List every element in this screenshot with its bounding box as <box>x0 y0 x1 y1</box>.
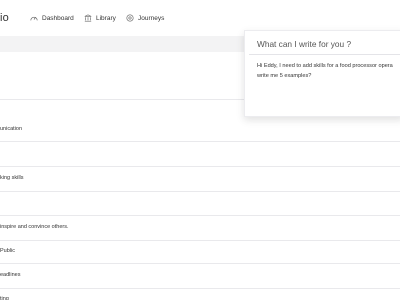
nav-item-label: Journeys <box>138 14 165 22</box>
app-logo[interactable]: io <box>0 12 9 24</box>
writing-assistant-popup: What can I write for you ? Hi Eddy, I ne… <box>244 30 400 117</box>
list-item[interactable]: inspire and convince others. <box>0 224 68 230</box>
nav-item-label: Dashboard <box>42 14 74 22</box>
list-item[interactable]: king skills <box>0 175 24 181</box>
library-icon <box>84 14 92 22</box>
list-item[interactable]: ting <box>0 296 9 300</box>
list-item[interactable]: Public <box>0 248 15 254</box>
popup-divider <box>249 54 400 55</box>
popup-title: What can I write for you ? <box>257 39 352 49</box>
prompt-text-line: Hi Eddy, I need to add skills for a food… <box>257 63 393 69</box>
row-divider <box>0 288 400 289</box>
row-divider <box>0 240 400 241</box>
row-divider <box>0 141 400 142</box>
dashboard-icon <box>30 16 38 21</box>
prompt-input[interactable]: Hi Eddy, I need to add skills for a food… <box>257 62 400 81</box>
row-divider <box>0 191 400 192</box>
nav-item-label: Library <box>96 14 116 22</box>
nav-item-dashboard[interactable]: Dashboard <box>30 12 74 24</box>
row-divider <box>0 166 400 167</box>
nav-item-library[interactable]: Library <box>84 12 116 24</box>
list-item[interactable]: unication <box>0 126 22 132</box>
list-item[interactable]: eadlines <box>0 272 21 278</box>
journeys-icon <box>126 14 134 22</box>
row-divider <box>0 215 400 216</box>
row-divider <box>0 263 400 264</box>
nav-item-journeys[interactable]: Journeys <box>126 12 164 24</box>
prompt-text-line: write me 5 examples? <box>257 72 312 79</box>
